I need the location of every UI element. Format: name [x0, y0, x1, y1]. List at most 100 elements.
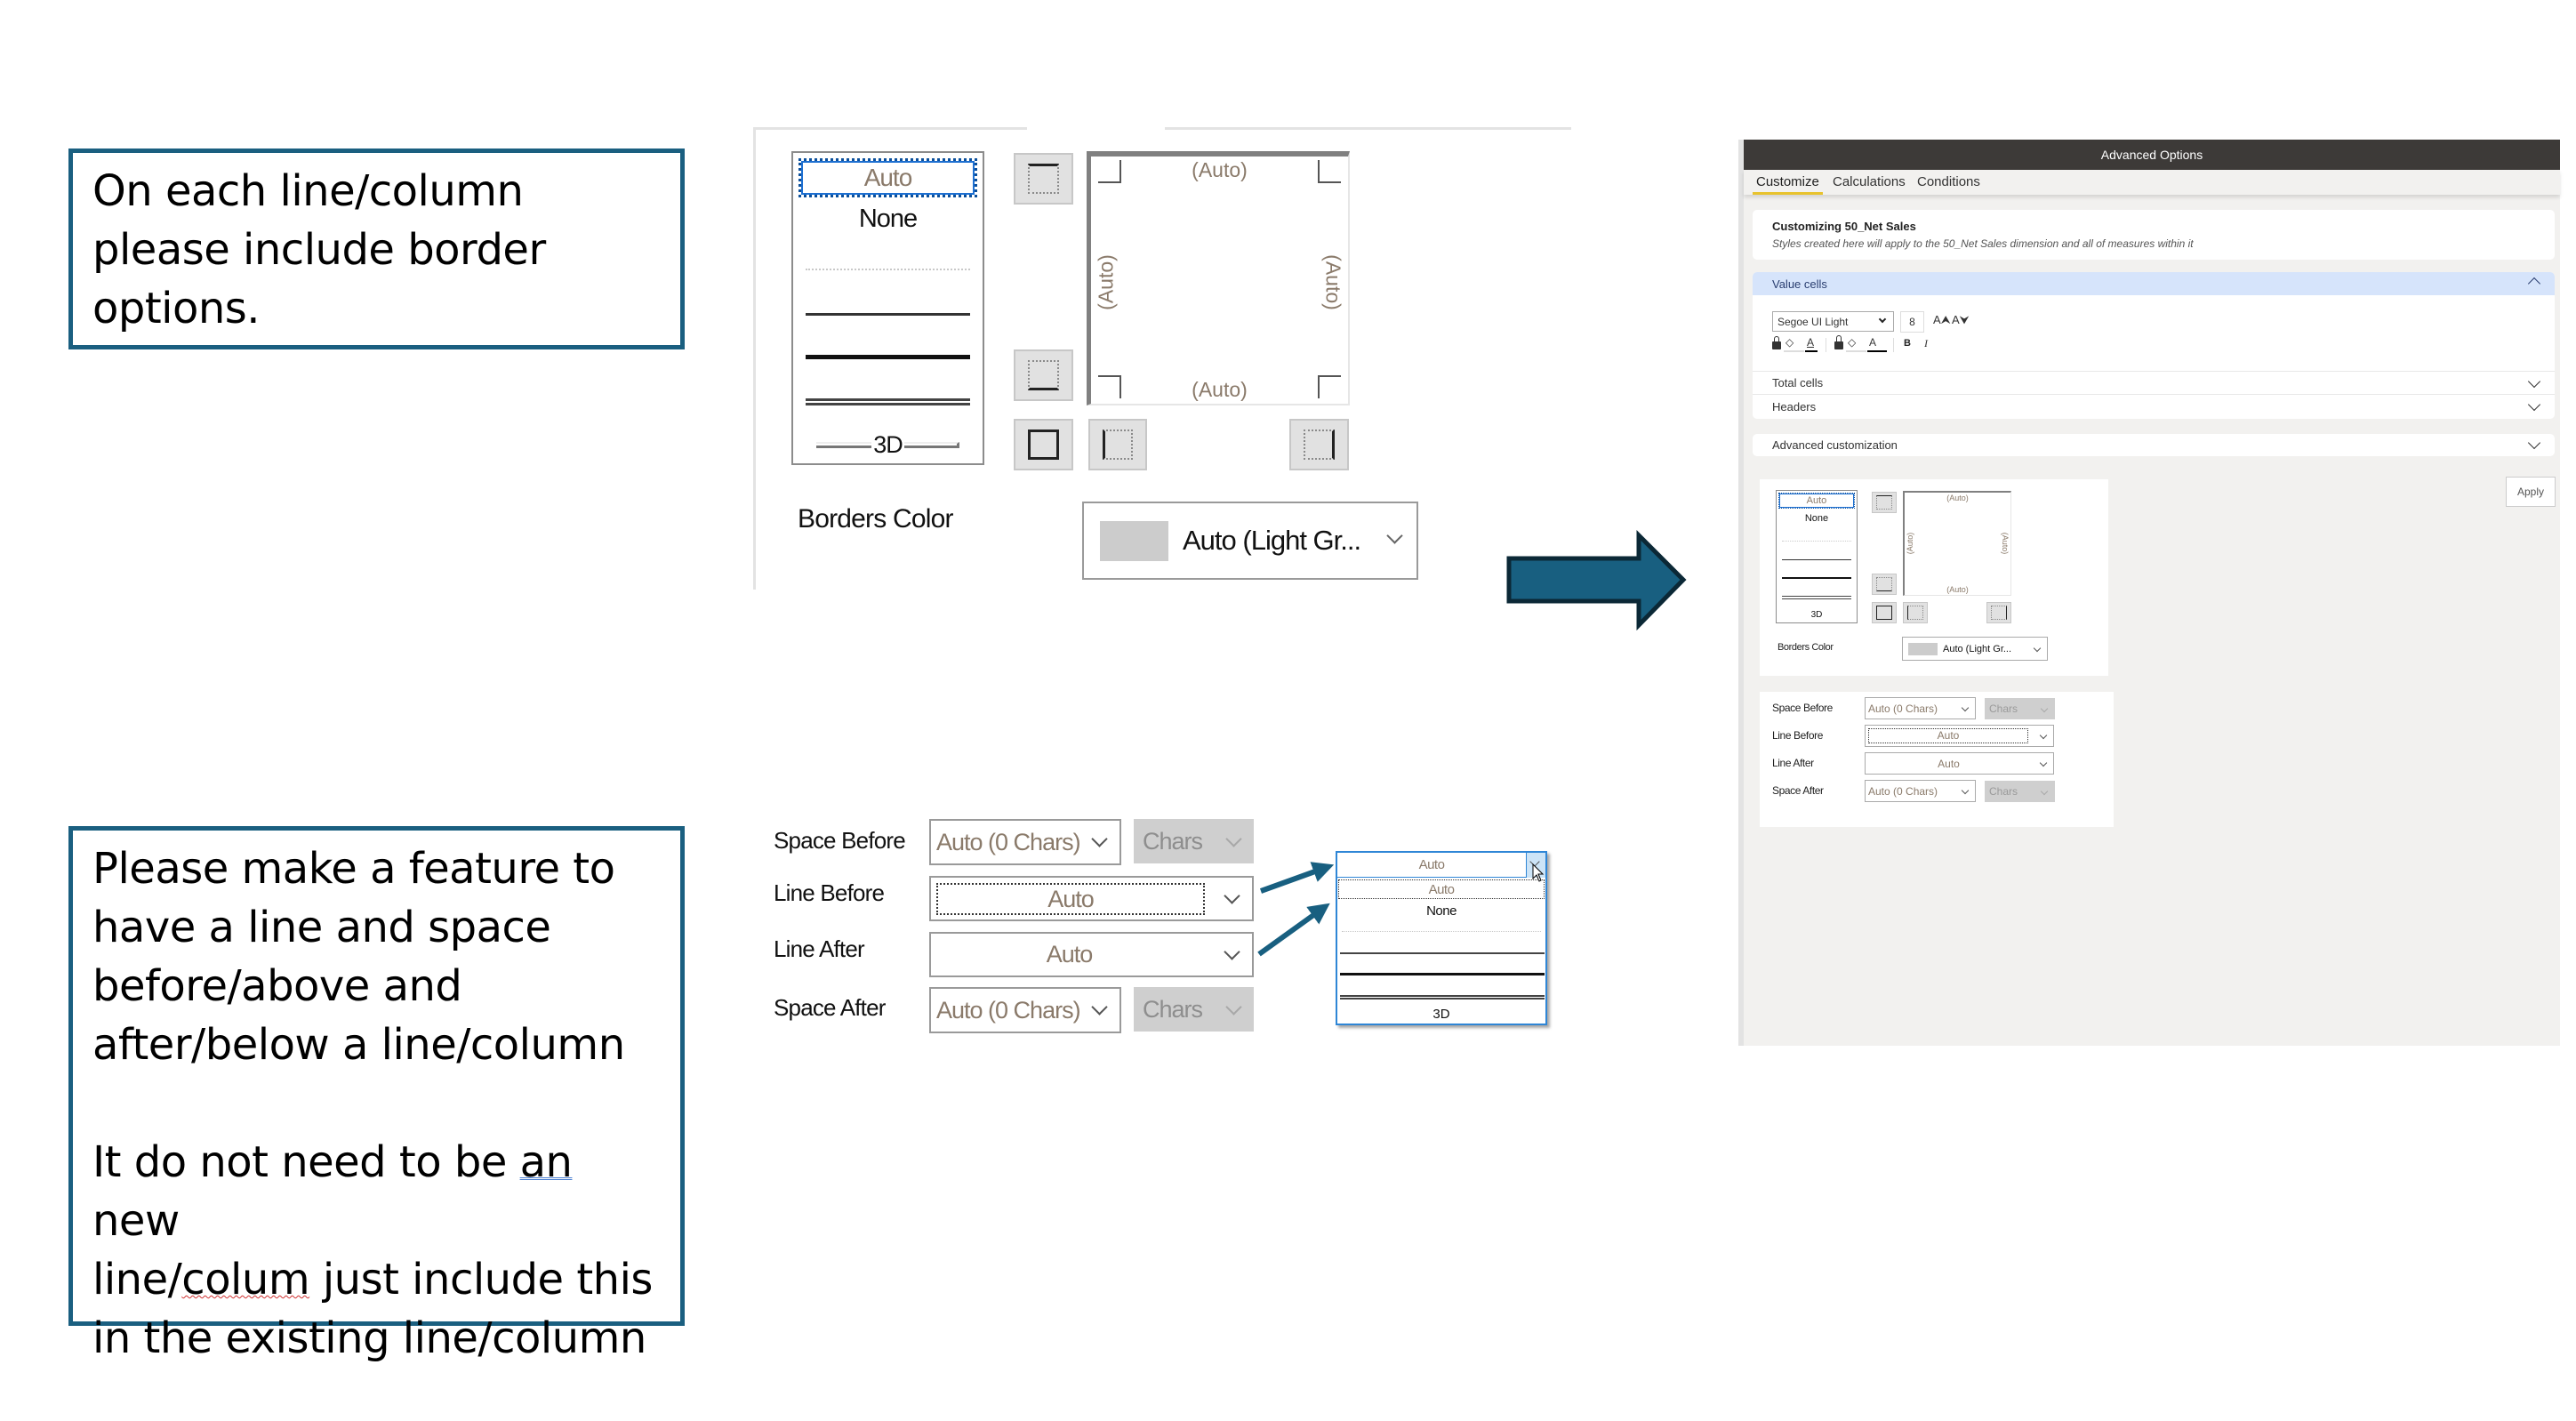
apply-button[interactable]: Apply: [2506, 477, 2556, 507]
mini-space-before-select[interactable]: Auto (0 Chars): [1865, 697, 1976, 719]
mini-borders-color-value: Auto (Light Gr...: [1943, 643, 2012, 654]
mini-line-style-thick[interactable]: [1782, 577, 1851, 579]
mini-preview-top-label: (Auto): [1946, 494, 1969, 502]
top-border-icon: [1876, 495, 1892, 510]
line-style-dropdown[interactable]: Auto Auto None 3D: [1336, 851, 1547, 1025]
dropdown-option-none[interactable]: None: [1337, 901, 1545, 920]
tab-customize[interactable]: Customize: [1753, 174, 1823, 195]
dropdown-option-none-label: None: [1426, 903, 1457, 919]
mini-preview-right-label: (Auto): [2001, 532, 2010, 555]
mini-none-label: None: [1804, 513, 1829, 524]
mini-top-border-button[interactable]: [1872, 492, 1897, 513]
mini-spacing-card: Space Before Auto (0 Chars) Chars Line B…: [1760, 692, 2114, 827]
mini-line-style-listbox[interactable]: Auto None 3D: [1776, 490, 1858, 623]
chevron-down-icon: [2039, 731, 2048, 740]
mini-preview-bottom-label: (Auto): [1946, 585, 1969, 594]
mini-border-preview[interactable]: (Auto) (Auto) (Auto) (Auto): [1903, 491, 2011, 596]
pointer-arrow-line-after: [1257, 903, 1330, 957]
chevron-down-icon: [1878, 315, 1887, 324]
dropdown-toggle-button[interactable]: [1526, 853, 1545, 882]
chevron-down-icon: [2040, 787, 2049, 796]
mini-borders-color-swatch: [1908, 642, 1938, 655]
chevron-down-icon: [2527, 374, 2541, 389]
mini-space-after-select[interactable]: Auto (0 Chars): [1865, 780, 1976, 802]
advanced-customization-label: Advanced customization: [1772, 438, 1898, 452]
info-subtitle: Styles created here will apply to the 50…: [1772, 237, 2194, 250]
headers-header[interactable]: Headers: [1753, 395, 2555, 419]
mini-space-before-unit-select[interactable]: Chars: [1985, 698, 2055, 719]
mini-borders-color-label: Borders Color: [1778, 642, 1834, 653]
chevron-up-icon: [2527, 277, 2541, 291]
info-title: Customizing 50_Net Sales: [1772, 220, 1916, 233]
dropdown-option-3d[interactable]: 3D: [1337, 1004, 1545, 1024]
value-cells-label: Value cells: [1772, 277, 1827, 291]
italic-button[interactable]: I: [1924, 337, 1928, 350]
lock-icon[interactable]: [1772, 341, 1781, 349]
bold-button[interactable]: B: [1904, 338, 1911, 349]
advanced-customization-card[interactable]: Advanced customization: [1753, 434, 2555, 456]
mini-space-before-value: Auto (0 Chars): [1868, 702, 1938, 715]
mini-bottom-border-button[interactable]: [1872, 574, 1897, 595]
dropdown-option-double[interactable]: [1340, 995, 1545, 1000]
chevron-down-icon: [2040, 704, 2049, 713]
tab-conditions[interactable]: Conditions: [1917, 174, 1980, 189]
mini-line-before-select[interactable]: Auto: [1865, 725, 2054, 747]
mini-right-border-button[interactable]: [1986, 602, 2011, 623]
mini-line-style-none[interactable]: None: [1777, 510, 1857, 526]
mini-outline-border-button[interactable]: [1872, 602, 1897, 623]
dropdown-current[interactable]: Auto: [1337, 853, 1526, 878]
bottom-border-icon: [1876, 577, 1892, 591]
headers-label: Headers: [1772, 400, 1817, 413]
header-fill-color-icon[interactable]: ◇: [1848, 336, 1856, 349]
panel-tabs: Customize Calculations Conditions: [1744, 170, 2560, 195]
font-color-bar: [1805, 350, 1818, 352]
pointer-arrow-line-before: [1259, 862, 1335, 894]
header-font-color-bar: [1867, 350, 1887, 352]
dropdown-option-thick[interactable]: [1340, 973, 1545, 975]
dropdown-option-dotted[interactable]: [1342, 931, 1541, 932]
dropdown-option-auto-label: Auto: [1428, 881, 1455, 897]
chevron-down-icon: [1961, 703, 1970, 712]
total-cells-header[interactable]: Total cells: [1753, 371, 2555, 395]
mini-line-after-value: Auto: [1938, 757, 1960, 770]
mini-line-style-auto[interactable]: Auto: [1778, 493, 1855, 509]
header-lock-icon[interactable]: [1834, 341, 1843, 349]
mini-line-before-label: Line Before: [1772, 729, 1823, 742]
font-size-input[interactable]: 8: [1900, 311, 1924, 333]
apply-button-label: Apply: [2516, 486, 2545, 498]
total-cells-label: Total cells: [1772, 376, 1824, 389]
mini-line-style-thin[interactable]: [1782, 559, 1851, 560]
toolbar-divider: [1893, 338, 1894, 352]
value-cells-header[interactable]: Value cells: [1753, 272, 2555, 295]
font-color-icon[interactable]: A: [1807, 336, 1814, 349]
mini-line-before-focus: Auto: [1868, 728, 2028, 743]
increase-font-icon[interactable]: A⮝: [1933, 313, 1951, 327]
cell-styles-card: Value cells Segoe UI Light 8 A⮝ A⮟ ◇ A ◇…: [1753, 272, 2555, 419]
mini-line-style-3d[interactable]: 3D: [1777, 608, 1857, 622]
header-font-color-icon[interactable]: A: [1869, 336, 1876, 349]
mini-line-style-dotted[interactable]: [1782, 541, 1851, 542]
mini-preview-left-label: (Auto): [1906, 532, 1914, 555]
dropdown-option-auto[interactable]: Auto: [1338, 879, 1545, 899]
advanced-customization-header[interactable]: Advanced customization: [1753, 434, 2555, 456]
dropdown-option-thin[interactable]: [1340, 952, 1545, 954]
mini-line-after-label: Line After: [1772, 757, 1814, 769]
mini-space-before-unit: Chars: [1989, 702, 2018, 715]
mini-line-after-select[interactable]: Auto: [1865, 752, 2054, 775]
mini-space-after-unit-select[interactable]: Chars: [1985, 781, 2055, 802]
mini-left-border-button[interactable]: [1903, 602, 1928, 623]
font-family-select[interactable]: Segoe UI Light: [1772, 311, 1894, 332]
left-border-icon: [1907, 606, 1923, 620]
fill-color-icon[interactable]: ◇: [1786, 336, 1794, 349]
chevron-down-icon: [1961, 786, 1970, 795]
font-family-value: Segoe UI Light: [1778, 315, 1849, 328]
font-size-value: 8: [1909, 316, 1915, 328]
mini-borders-color-select[interactable]: Auto (Light Gr...: [1902, 637, 2048, 661]
mini-space-after-label: Space After: [1772, 784, 1824, 797]
decrease-font-icon[interactable]: A⮟: [1952, 313, 1970, 327]
header-fill-color-bar: [1846, 350, 1866, 352]
chevron-down-icon: [2039, 759, 2048, 767]
dropdown-option-3d-label: 3D: [1432, 1006, 1450, 1022]
tab-calculations[interactable]: Calculations: [1833, 174, 1906, 189]
mini-line-style-double[interactable]: [1782, 596, 1851, 599]
